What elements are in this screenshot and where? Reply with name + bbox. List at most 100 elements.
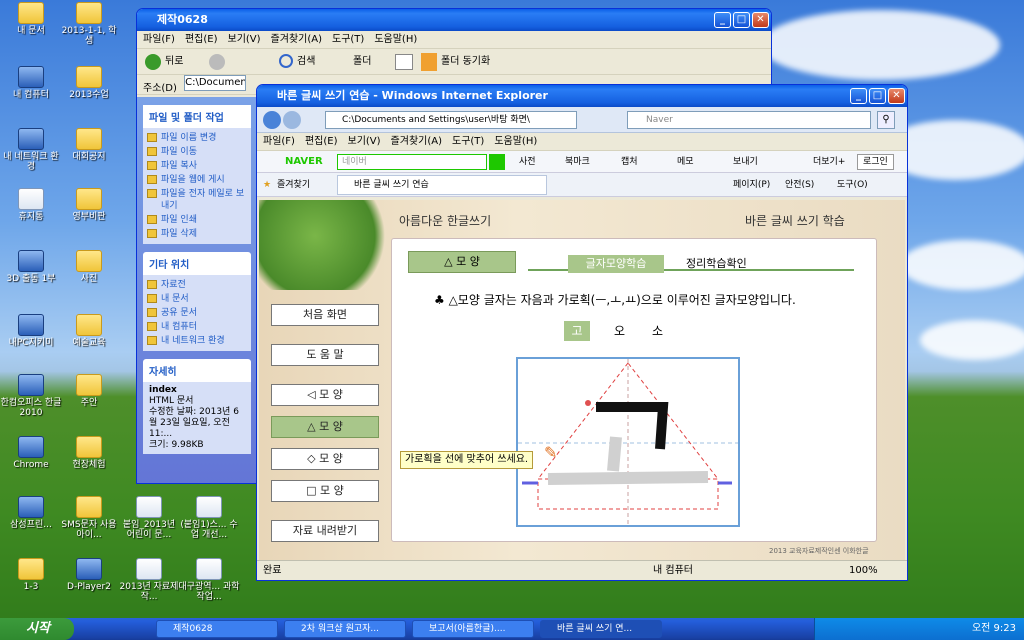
tab-current[interactable]: 바른 글씨 쓰기 연습 bbox=[337, 175, 547, 195]
forward-icon[interactable] bbox=[283, 111, 301, 129]
sync-button[interactable]: 폴더 동기화 bbox=[441, 49, 490, 75]
more-button[interactable]: 더보기+ bbox=[813, 151, 845, 173]
star-icon[interactable]: ★ bbox=[263, 173, 271, 197]
desktop-icon[interactable]: SMS문자 사용 아이... bbox=[58, 496, 120, 540]
command-item[interactable]: 안전(S) bbox=[785, 173, 814, 197]
search-button[interactable]: 검색 bbox=[297, 49, 315, 75]
login-button[interactable]: 로그인 bbox=[857, 154, 894, 170]
menu-item[interactable]: 즐겨찾기(A) bbox=[391, 136, 442, 147]
menu-item[interactable]: 보기(V) bbox=[348, 136, 381, 147]
naver-toolbar-item[interactable]: 사전 bbox=[519, 151, 536, 173]
menu-item[interactable]: 도구(T) bbox=[332, 34, 364, 45]
desktop-icon[interactable]: 현장체험 bbox=[58, 436, 120, 470]
clock[interactable]: 오전 9:23 bbox=[972, 623, 1016, 634]
back-icon[interactable] bbox=[263, 111, 281, 129]
taskbar-item[interactable]: 바른 글씨 쓰기 연... bbox=[540, 620, 662, 638]
minimize-button[interactable]: _ bbox=[850, 88, 867, 104]
desktop-icon[interactable]: 휴지통 bbox=[0, 188, 62, 222]
menu-item[interactable]: 도움말(H) bbox=[374, 34, 417, 45]
desktop-icon[interactable]: Chrome bbox=[0, 436, 62, 470]
forward-icon[interactable] bbox=[209, 54, 225, 70]
menu-item[interactable]: 파일(F) bbox=[143, 34, 175, 45]
desktop-icon[interactable]: 대구광역... 과학작업... bbox=[178, 558, 240, 602]
menu-item[interactable]: 도움말(H) bbox=[494, 136, 537, 147]
command-item[interactable]: 도구(O) bbox=[837, 173, 868, 197]
maximize-button[interactable]: □ bbox=[869, 88, 886, 104]
command-item[interactable]: 페이지(P) bbox=[733, 173, 770, 197]
address-input[interactable]: C:\Documents... bbox=[184, 75, 247, 91]
char-option-so[interactable]: 소 bbox=[652, 321, 663, 341]
task-item[interactable]: 파일 복사 bbox=[147, 159, 247, 173]
back-icon[interactable] bbox=[145, 54, 161, 70]
desktop-icon[interactable]: (붙임1)스... 수업 개선... bbox=[178, 496, 240, 540]
tab-review[interactable]: 정리학습확인 bbox=[686, 255, 747, 273]
side-nav-button[interactable]: □ 모 양 bbox=[271, 480, 379, 502]
desktop-icon[interactable]: 2013-1-1, 학생 bbox=[58, 2, 120, 46]
sync-icon[interactable] bbox=[421, 53, 437, 71]
tab-study[interactable]: 글자모양학습 bbox=[568, 255, 664, 273]
other-place-item[interactable]: 자료전 bbox=[147, 278, 247, 292]
desktop-icon[interactable]: 1-3 bbox=[0, 558, 62, 592]
close-button[interactable]: ✕ bbox=[752, 12, 769, 28]
taskbar-item[interactable]: 2차 워크샵 원고자... bbox=[284, 620, 406, 638]
ie-titlebar[interactable]: 바른 글씨 쓰기 연습 - Windows Internet Explorer … bbox=[257, 85, 907, 107]
writing-canvas[interactable] bbox=[516, 357, 740, 527]
desktop-icon[interactable]: 대회공지 bbox=[58, 128, 120, 162]
search-input[interactable]: Naver bbox=[627, 111, 871, 129]
side-nav-button[interactable]: 도 움 말 bbox=[271, 344, 379, 366]
naver-toolbar-item[interactable]: 캡처 bbox=[621, 151, 638, 173]
desktop-icon[interactable]: 2013수업 bbox=[58, 66, 120, 100]
naver-toolbar-item[interactable]: 보내기 bbox=[733, 151, 758, 173]
address-input[interactable]: C:\Documents and Settings\user\바탕 화면\ bbox=[325, 111, 577, 129]
desktop-icon[interactable]: 예술교육 bbox=[58, 314, 120, 348]
start-button[interactable]: 시작 bbox=[0, 618, 74, 640]
explorer-titlebar[interactable]: 제작0628 _ □ ✕ bbox=[137, 9, 771, 31]
side-nav-button[interactable]: ◁ 모 양 bbox=[271, 384, 379, 406]
desktop-icon[interactable]: 내 컴퓨터 bbox=[0, 66, 62, 100]
task-item[interactable]: 파일 삭제 bbox=[147, 227, 247, 241]
side-nav-button[interactable]: 처음 화면 bbox=[271, 304, 379, 326]
desktop-icon[interactable]: 내 네트워크 환경 bbox=[0, 128, 62, 172]
search-icon[interactable]: ⚲ bbox=[877, 111, 895, 129]
menu-item[interactable]: 편집(E) bbox=[305, 136, 338, 147]
task-item[interactable]: 파일 이동 bbox=[147, 145, 247, 159]
other-place-item[interactable]: 내 네트워크 환경 bbox=[147, 334, 247, 348]
desktop-icon[interactable]: 삼성프린... bbox=[0, 496, 62, 530]
taskbar-item[interactable]: 보고서(아름한글).... bbox=[412, 620, 534, 638]
desktop-icon[interactable]: 내PC지키미 bbox=[0, 314, 62, 348]
side-nav-button[interactable]: △ 모 양 bbox=[271, 416, 379, 438]
taskbar-item[interactable]: 제작0628 bbox=[156, 620, 278, 638]
folders-button[interactable]: 폴더 bbox=[353, 49, 371, 75]
naver-search-icon[interactable] bbox=[489, 154, 505, 170]
other-place-item[interactable]: 공유 문서 bbox=[147, 306, 247, 320]
naver-search-input[interactable]: 네이버 bbox=[337, 154, 487, 170]
char-option-o[interactable]: 오 bbox=[614, 321, 625, 341]
menu-item[interactable]: 즐겨찾기(A) bbox=[271, 34, 322, 45]
desktop-icon[interactable]: 사진 bbox=[58, 250, 120, 284]
back-button[interactable]: 뒤로 bbox=[165, 49, 183, 75]
close-button[interactable]: ✕ bbox=[888, 88, 905, 104]
desktop-icon[interactable]: 3D 출동 1부 bbox=[0, 250, 62, 284]
desktop-icon[interactable]: D-Player2 bbox=[58, 558, 120, 592]
menu-item[interactable]: 보기(V) bbox=[228, 34, 261, 45]
zoom-control[interactable]: 100% bbox=[849, 561, 878, 580]
minimize-button[interactable]: _ bbox=[714, 12, 731, 28]
side-nav-button[interactable]: 자료 내려받기 bbox=[271, 520, 379, 542]
menu-item[interactable]: 도구(T) bbox=[452, 136, 484, 147]
char-option-go[interactable]: 고 bbox=[564, 321, 590, 341]
desktop-icon[interactable]: 내 문서 bbox=[0, 2, 62, 36]
naver-toolbar-item[interactable]: 메모 bbox=[677, 151, 694, 173]
desktop-icon[interactable]: 한컴오피스 한글 2010 bbox=[0, 374, 62, 418]
desktop-icon[interactable]: 붙임_2013년 어린이 문... bbox=[118, 496, 180, 540]
search-icon[interactable] bbox=[279, 54, 293, 68]
menu-item[interactable]: 파일(F) bbox=[263, 136, 295, 147]
side-nav-button[interactable]: ◇ 모 양 bbox=[271, 448, 379, 470]
other-place-item[interactable]: 내 컴퓨터 bbox=[147, 320, 247, 334]
task-item[interactable]: 파일 인쇄 bbox=[147, 213, 247, 227]
folders-icon[interactable] bbox=[333, 55, 349, 67]
desktop-icon[interactable]: 2013년 자료제작... bbox=[118, 558, 180, 602]
desktop-icon[interactable]: 주안 bbox=[58, 374, 120, 408]
task-item[interactable]: 파일을 전자 메일로 보내기 bbox=[147, 187, 247, 213]
menu-item[interactable]: 편집(E) bbox=[185, 34, 218, 45]
other-place-item[interactable]: 내 문서 bbox=[147, 292, 247, 306]
